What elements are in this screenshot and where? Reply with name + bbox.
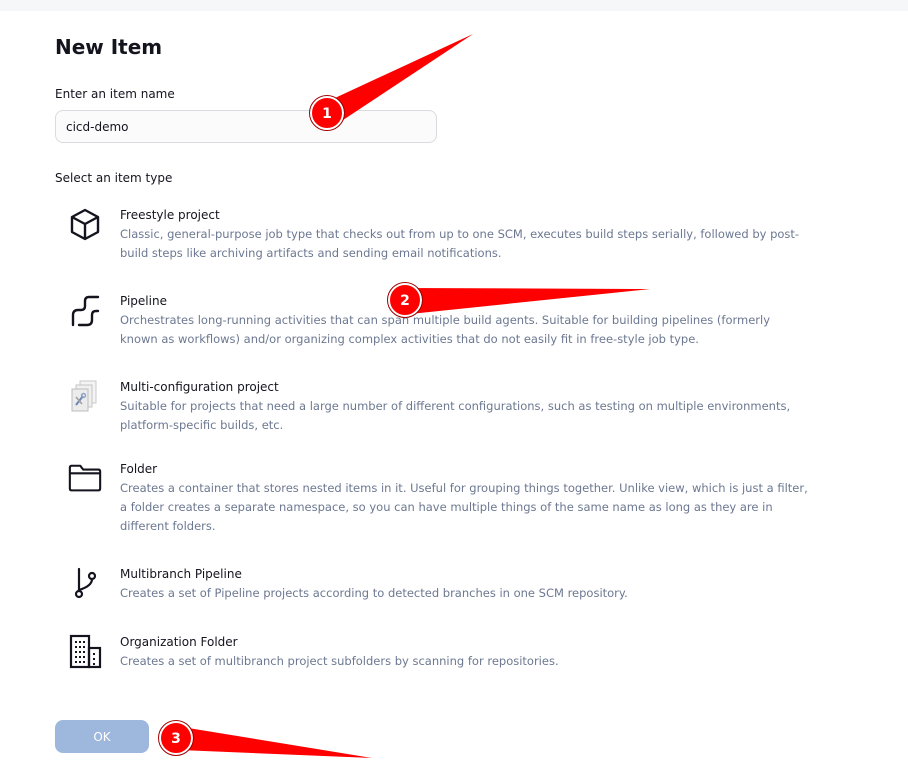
- item-type-folder[interactable]: Folder Creates a container that stores n…: [55, 461, 825, 535]
- item-type-title: Multibranch Pipeline: [120, 567, 242, 581]
- item-type-description: Creates a container that stores nested i…: [120, 481, 808, 533]
- multi-config-icon: [67, 379, 103, 415]
- item-type-title: Pipeline: [120, 294, 167, 308]
- item-type-multibranch-pipeline[interactable]: Multibranch Pipeline Creates a set of Pi…: [55, 566, 825, 604]
- item-type-title: Multi-configuration project: [120, 380, 279, 394]
- item-type-description: Creates a set of multibranch project sub…: [120, 654, 559, 668]
- item-type-description: Orchestrates long-running activities tha…: [120, 313, 771, 346]
- item-type-pipeline[interactable]: Pipeline Orchestrates long-running activ…: [55, 293, 825, 349]
- item-type-list: Freestyle project Classic, general-purpo…: [55, 0, 835, 777]
- item-type-title: Organization Folder: [120, 635, 238, 649]
- building-icon: [67, 634, 103, 670]
- cube-icon: [67, 207, 103, 243]
- branch-icon: [67, 566, 103, 602]
- item-type-description: Suitable for projects that need a large …: [120, 399, 791, 432]
- item-type-organization-folder[interactable]: Organization Folder Creates a set of mul…: [55, 634, 825, 672]
- item-type-freestyle[interactable]: Freestyle project Classic, general-purpo…: [55, 207, 825, 263]
- pipeline-icon: [67, 293, 103, 329]
- item-type-title: Freestyle project: [120, 208, 220, 222]
- ok-button[interactable]: OK: [55, 720, 149, 753]
- item-type-description: Creates a set of Pipeline projects accor…: [120, 586, 628, 600]
- item-type-description: Classic, general-purpose job type that c…: [120, 227, 800, 260]
- item-type-multi-configuration[interactable]: Multi-configuration project Suitable for…: [55, 379, 825, 435]
- folder-icon: [67, 461, 103, 497]
- item-type-title: Folder: [120, 462, 158, 476]
